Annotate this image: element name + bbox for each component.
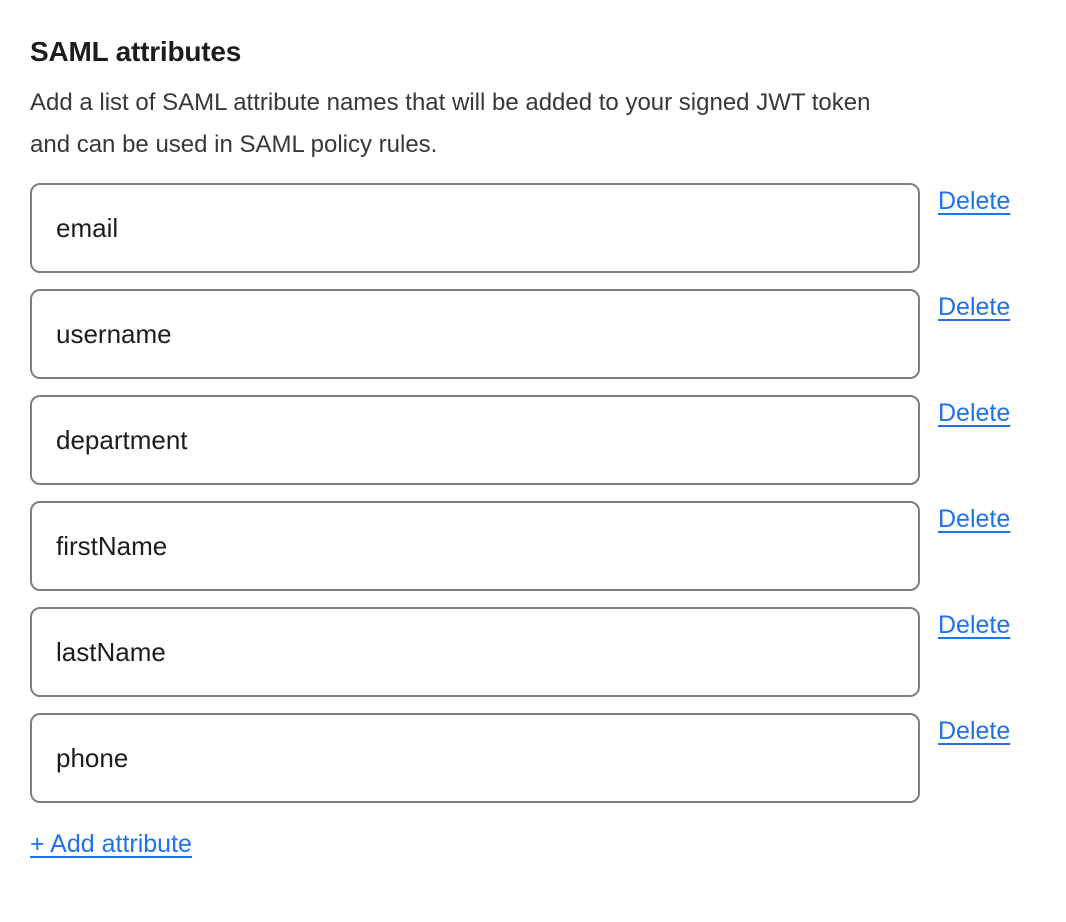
delete-link[interactable]: Delete	[938, 715, 1010, 747]
saml-attributes-section: SAML attributes Add a list of SAML attri…	[0, 36, 1066, 859]
delete-link[interactable]: Delete	[938, 185, 1010, 217]
attribute-row: Delete	[30, 289, 1036, 379]
page-title: SAML attributes	[30, 36, 1036, 68]
attribute-row: Delete	[30, 501, 1036, 591]
attribute-list: Delete Delete Delete Delete Delete Delet…	[30, 183, 1036, 803]
add-attribute-link[interactable]: + Add attribute	[30, 829, 192, 859]
delete-link[interactable]: Delete	[938, 609, 1010, 641]
attribute-input-lastname[interactable]	[30, 607, 920, 697]
attribute-row: Delete	[30, 713, 1036, 803]
section-description: Add a list of SAML attribute names that …	[30, 82, 1036, 166]
delete-link[interactable]: Delete	[938, 503, 1010, 535]
delete-link[interactable]: Delete	[938, 291, 1010, 323]
attribute-input-username[interactable]	[30, 289, 920, 379]
attribute-input-firstname[interactable]	[30, 501, 920, 591]
delete-link[interactable]: Delete	[938, 397, 1010, 429]
section-description-line-1: Add a list of SAML attribute names that …	[30, 82, 1036, 124]
attribute-input-phone[interactable]	[30, 713, 920, 803]
attribute-row: Delete	[30, 395, 1036, 485]
attribute-row: Delete	[30, 183, 1036, 273]
attribute-row: Delete	[30, 607, 1036, 697]
section-description-line-2: and can be used in SAML policy rules.	[30, 124, 1036, 166]
attribute-input-department[interactable]	[30, 395, 920, 485]
attribute-input-email[interactable]	[30, 183, 920, 273]
